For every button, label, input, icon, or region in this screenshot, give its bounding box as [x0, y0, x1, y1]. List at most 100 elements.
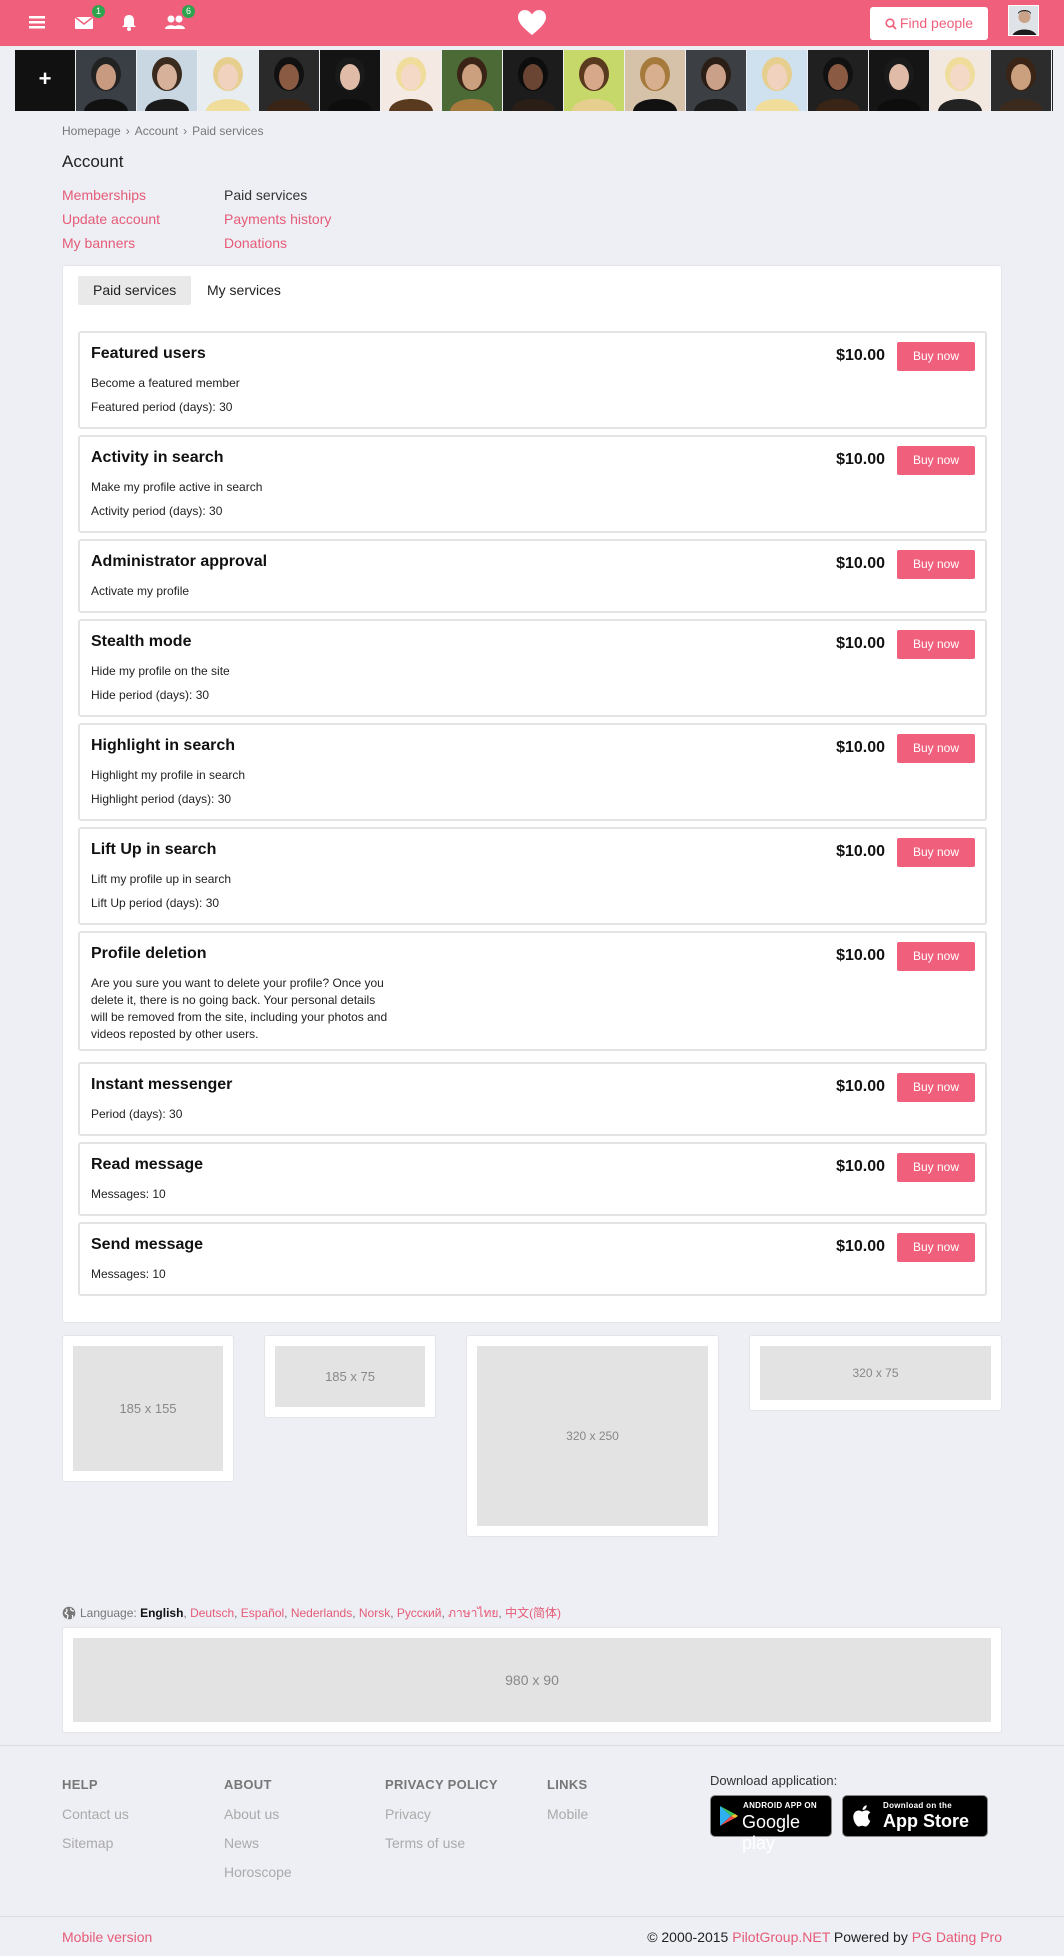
bell-icon[interactable] [120, 12, 144, 34]
pilotgroup-link[interactable]: PilotGroup.NET [732, 1929, 830, 1945]
buy-now-button[interactable]: Buy now [897, 446, 975, 475]
terms-of-use-link[interactable]: Terms of use [385, 1835, 498, 1851]
messages-badge: 1 [92, 5, 105, 18]
service-detail: Hide my profile on the site [91, 664, 230, 678]
member-photo[interactable] [808, 50, 868, 111]
footer-heading: HELP [62, 1777, 98, 1792]
language-option[interactable]: 中文(简体) [505, 1606, 561, 1620]
breadcrumb-current: Paid services [192, 124, 264, 138]
paid-services-link: Paid services [224, 187, 308, 203]
buy-now-button[interactable]: Buy now [897, 1073, 975, 1102]
language-option[interactable]: Русский [397, 1606, 442, 1620]
member-photo[interactable] [259, 50, 319, 111]
member-photo[interactable] [869, 50, 929, 111]
donations-link[interactable]: Donations [224, 235, 287, 251]
language-option[interactable]: Español [241, 1606, 284, 1620]
about-us-link[interactable]: About us [224, 1806, 292, 1822]
breadcrumb: Homepage › Account › Paid services [62, 124, 263, 138]
bottom-banner-slot: 980 x 90 [62, 1627, 1002, 1733]
messages-button[interactable]: 1 [74, 5, 105, 34]
service-description: Period (days): 30 [91, 1106, 391, 1130]
breadcrumb-homepage[interactable]: Homepage [62, 124, 121, 138]
language-option[interactable]: Nederlands [291, 1606, 352, 1620]
add-photo-button[interactable]: + [15, 50, 75, 111]
member-photo[interactable] [76, 50, 136, 111]
service-price: $10.00 [836, 635, 885, 652]
banner-slot: 185 x 75 [264, 1335, 436, 1418]
member-photo[interactable] [137, 50, 197, 111]
service-price: $10.00 [836, 1238, 885, 1255]
language-option[interactable]: ภาษาไทย [448, 1606, 498, 1620]
member-photo[interactable] [503, 50, 563, 111]
member-photo[interactable] [747, 50, 807, 111]
service-description: Hide my profile on the site Hide period (… [91, 663, 391, 711]
member-photo[interactable] [686, 50, 746, 111]
google-play-button[interactable]: ANDROID APP ON Google play [710, 1795, 832, 1853]
news-link[interactable]: News [224, 1835, 292, 1851]
buy-now-button[interactable]: Buy now [897, 734, 975, 763]
member-photo[interactable] [564, 50, 624, 111]
buy-now-button[interactable]: Buy now [897, 550, 975, 579]
service-price: $10.00 [836, 1078, 885, 1095]
member-photo[interactable] [991, 50, 1051, 111]
member-photo[interactable] [198, 50, 258, 111]
app-store-small-text: Download on the [883, 1801, 952, 1810]
service-detail: Are you sure you want to delete your pro… [91, 976, 388, 1041]
footer-heading: ABOUT [224, 1777, 272, 1792]
member-photo[interactable] [320, 50, 380, 111]
buy-now-button[interactable]: Buy now [897, 630, 975, 659]
footer-help: HELP Contact us Sitemap [62, 1777, 129, 1864]
app-store-button[interactable]: Download on the App Store [842, 1795, 988, 1837]
service-card: Instant messenger Period (days): 30 $10.00… [78, 1062, 987, 1136]
find-people-button[interactable]: Find people [870, 7, 988, 40]
breadcrumb-account[interactable]: Account [135, 124, 178, 138]
buy-now-button[interactable]: Buy now [897, 342, 975, 371]
friends-button[interactable]: 6 [164, 5, 195, 34]
buy-now-button[interactable]: Buy now [897, 1233, 975, 1262]
banner-slot: 320 x 250 [466, 1335, 719, 1537]
service-detail: Featured period (days): 30 [91, 400, 233, 414]
service-price: $10.00 [836, 739, 885, 756]
buy-now-button[interactable]: Buy now [897, 942, 975, 971]
buy-now-button[interactable]: Buy now [897, 838, 975, 867]
language-option[interactable]: Deutsch [190, 1606, 234, 1620]
update-account-link[interactable]: Update account [62, 211, 160, 227]
service-price: $10.00 [836, 347, 885, 364]
sitemap-link[interactable]: Sitemap [62, 1835, 129, 1851]
heart-logo-icon[interactable] [516, 7, 548, 39]
horoscope-link[interactable]: Horoscope [224, 1864, 292, 1880]
buy-now-button[interactable]: Buy now [897, 1153, 975, 1182]
service-card: Profile deletion Are you sure you want to… [78, 931, 987, 1051]
memberships-link[interactable]: Memberships [62, 187, 146, 203]
mobile-version-link[interactable]: Mobile version [62, 1929, 152, 1945]
service-card: Featured users Become a featured member Fe… [78, 331, 987, 429]
search-icon [885, 18, 897, 30]
member-photo[interactable] [625, 50, 685, 111]
member-photo[interactable] [1052, 50, 1053, 111]
language-option[interactable]: Norsk [359, 1606, 390, 1620]
mobile-link[interactable]: Mobile [547, 1806, 588, 1822]
language-bar: Language: English, Deutsch, Español, Ned… [62, 1604, 561, 1623]
service-card: Read message Messages: 10 $10.00 Buy now [78, 1142, 987, 1216]
member-photo[interactable] [930, 50, 990, 111]
pg-dating-pro-link[interactable]: PG Dating Pro [912, 1929, 1002, 1945]
hamburger-icon[interactable] [28, 12, 52, 34]
service-detail: Become a featured member [91, 376, 240, 390]
service-card: Activity in search Make my profile active… [78, 435, 987, 533]
service-detail: Activate my profile [91, 584, 190, 598]
tab-paid-services[interactable]: Paid services [78, 276, 192, 305]
contact-us-link[interactable]: Contact us [62, 1806, 129, 1822]
service-price: $10.00 [836, 843, 885, 860]
service-card: Lift Up in search Lift my profile up in s… [78, 827, 987, 925]
payments-history-link[interactable]: Payments history [224, 211, 331, 227]
service-price: $10.00 [836, 451, 885, 468]
tab-my-services[interactable]: My services [192, 276, 296, 305]
user-avatar[interactable] [1008, 5, 1039, 36]
privacy-link[interactable]: Privacy [385, 1806, 498, 1822]
service-detail: Messages: 10 [91, 1267, 166, 1281]
member-photo[interactable] [381, 50, 441, 111]
service-description: Highlight my profile in search Highlight … [91, 767, 391, 815]
my-banners-link[interactable]: My banners [62, 235, 135, 251]
member-photo[interactable] [442, 50, 502, 111]
service-card: Stealth mode Hide my profile on the site H… [78, 619, 987, 717]
